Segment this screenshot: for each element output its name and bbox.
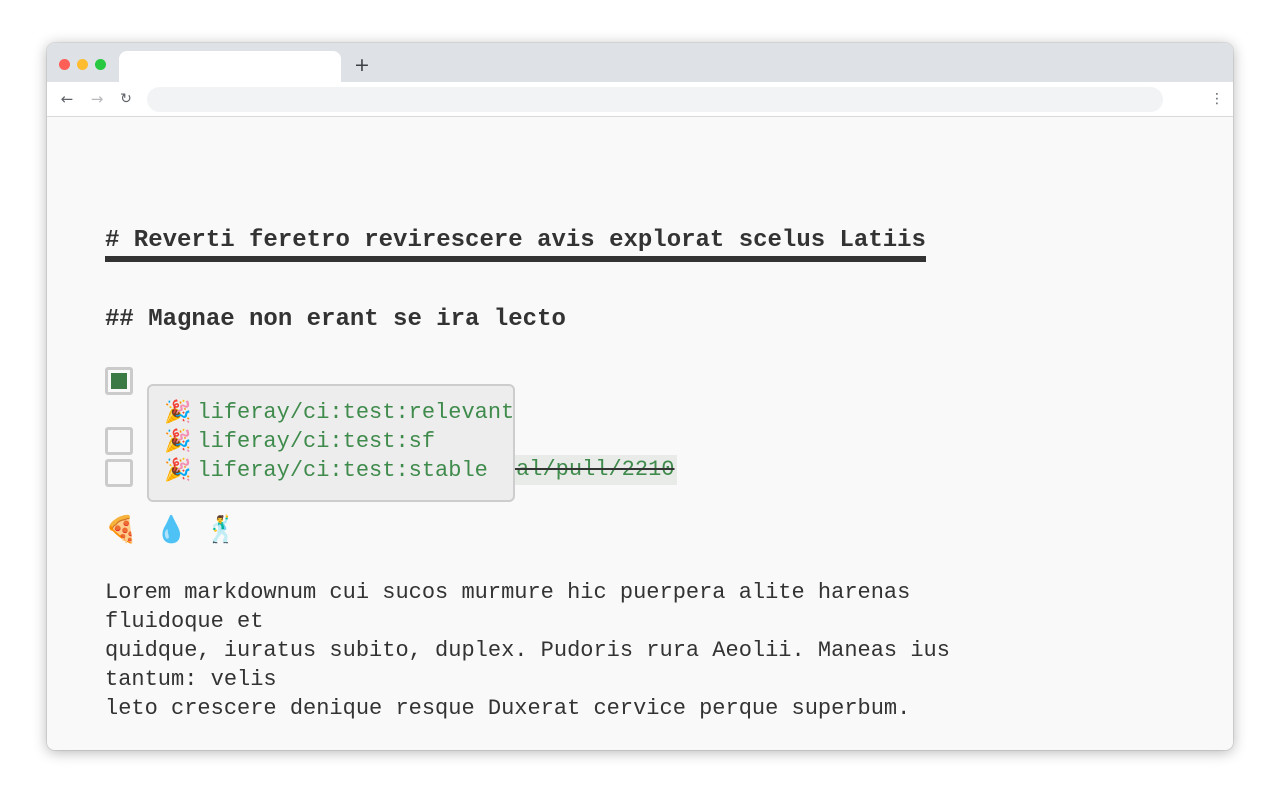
heading-level-2: ## Magnae non erant se ira lecto (105, 306, 566, 333)
autocomplete-option[interactable]: 🎉 liferay/ci:test:relevant (164, 398, 515, 427)
autocomplete-option-label: liferay/ci:test:stable (197, 458, 488, 483)
tab-bar: + (47, 43, 1233, 82)
task-checkbox-checked[interactable] (105, 367, 133, 395)
maximize-window-button[interactable] (95, 59, 106, 70)
pizza-icon: 🍕 (105, 515, 138, 545)
autocomplete-option[interactable]: 🎉 liferay/ci:test:sf (164, 427, 513, 456)
autocomplete-option-label: liferay/ci:test:sf (197, 429, 436, 454)
dancer-icon: 🕺 (205, 515, 238, 545)
forward-arrow-icon[interactable]: → (87, 89, 107, 109)
new-tab-button[interactable]: + (352, 54, 372, 76)
close-window-button[interactable] (59, 59, 70, 70)
back-arrow-icon[interactable]: ← (57, 89, 77, 109)
heading-level-1: # Reverti feretro revirescere avis explo… (105, 226, 926, 262)
autocomplete-option[interactable]: 🎉 liferay/ci:test:stable (164, 456, 513, 485)
party-popper-icon: 🎉 (164, 400, 192, 425)
browser-toolbar: ← → ↻ ⋮ (47, 82, 1233, 117)
body-paragraph: Lorem markdownum cui sucos murmure hic p… (105, 580, 950, 721)
kebab-menu-icon[interactable]: ⋮ (1209, 89, 1225, 109)
task-checkbox[interactable] (105, 459, 133, 487)
droplet-icon: 💧 (155, 515, 188, 545)
address-bar[interactable] (147, 87, 1163, 112)
emoji-row: 🍕 💧 🕺 (105, 513, 255, 547)
browser-window: + ← → ↻ ⋮ # Reverti feretro revirescere … (47, 43, 1233, 750)
task-checkbox[interactable] (105, 427, 133, 455)
party-popper-icon: 🎉 (164, 458, 192, 483)
autocomplete-option-label: liferay/ci:test:relevant (197, 400, 515, 425)
active-tab[interactable] (119, 51, 341, 82)
autocomplete-dropdown: 🎉 liferay/ci:test:relevant 🎉 liferay/ci:te… (147, 384, 515, 502)
markdown-editor[interactable]: # Reverti feretro revirescere avis explo… (47, 118, 1233, 750)
party-popper-icon: 🎉 (164, 429, 192, 454)
reload-icon[interactable]: ↻ (116, 89, 136, 109)
minimize-window-button[interactable] (77, 59, 88, 70)
